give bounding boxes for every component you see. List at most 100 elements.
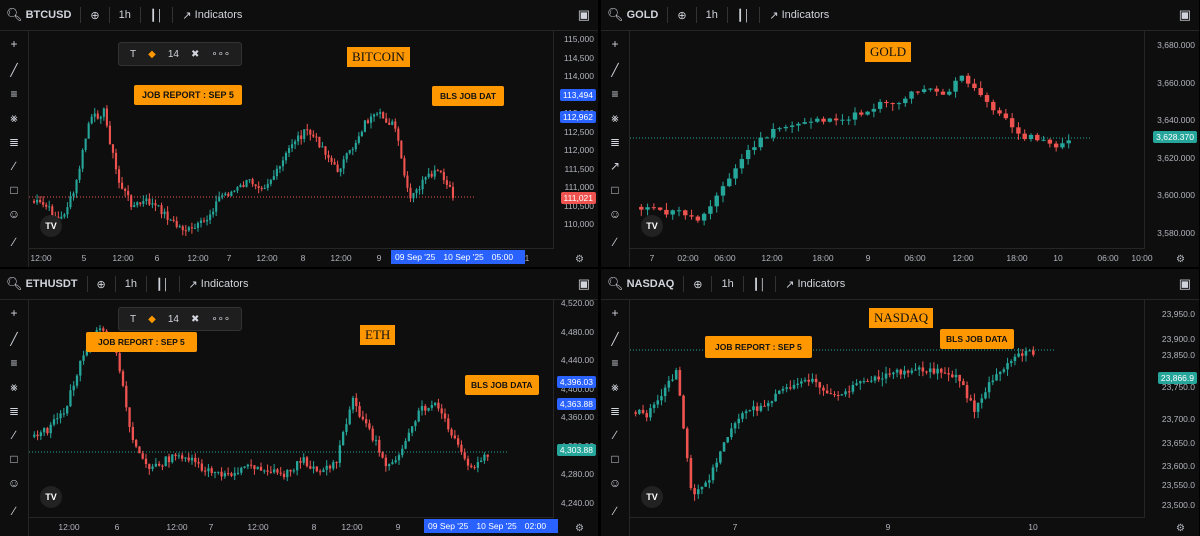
candle-body bbox=[397, 128, 400, 141]
prediction-icon[interactable]: ≣ bbox=[607, 404, 623, 418]
crosshair-icon[interactable]: + bbox=[6, 306, 22, 320]
timeframe-button[interactable]: 1h bbox=[113, 0, 137, 30]
pattern-icon[interactable]: ⨳ bbox=[607, 111, 623, 125]
camera-icon[interactable]: ▣ bbox=[1179, 276, 1191, 292]
settings-gear-icon[interactable]: ⚙ bbox=[575, 254, 584, 265]
candle-body bbox=[777, 390, 781, 394]
more-icon[interactable]: ∘∘∘ bbox=[205, 314, 236, 325]
pattern-icon[interactable]: ⨳ bbox=[6, 111, 22, 125]
text-icon[interactable]: □ bbox=[607, 183, 623, 197]
price-tick: 110,000 bbox=[563, 219, 594, 229]
compare-button[interactable]: ⊕ bbox=[671, 0, 692, 30]
emoji-icon[interactable]: ☺ bbox=[607, 476, 623, 490]
brush-icon[interactable]: ∕ bbox=[6, 428, 22, 442]
font-size[interactable]: 14 bbox=[162, 49, 185, 60]
compare-button[interactable]: ⊕ bbox=[84, 0, 105, 30]
indicators-button[interactable]: ↗ Indicators bbox=[176, 0, 248, 30]
emoji-icon[interactable]: ☺ bbox=[6, 207, 22, 221]
candle-chart[interactable] bbox=[630, 300, 1155, 518]
camera-icon[interactable]: ▣ bbox=[578, 7, 590, 23]
ruler-icon[interactable]: ∕ bbox=[607, 235, 623, 249]
emoji-icon[interactable]: ☺ bbox=[6, 476, 22, 490]
text-icon[interactable]: □ bbox=[6, 183, 22, 197]
timeframe-button[interactable]: 1h bbox=[119, 269, 143, 299]
indicators-button[interactable]: ↗ Indicators bbox=[763, 0, 835, 30]
text-icon[interactable]: □ bbox=[607, 452, 623, 466]
crosshair-time-range: 09 Sep '25 10 Sep '25 05:00 bbox=[391, 250, 526, 264]
time-tick: 12:00 bbox=[247, 522, 269, 532]
more-icon[interactable]: ∘∘∘ bbox=[205, 49, 236, 60]
crosshair-icon[interactable]: + bbox=[6, 37, 22, 51]
chart-type-button[interactable]: ┃│ bbox=[731, 0, 757, 30]
ruler-icon[interactable]: ∕ bbox=[6, 504, 22, 518]
chart-type-button[interactable]: ┃│ bbox=[150, 269, 176, 299]
brush-icon[interactable]: ∕ bbox=[607, 428, 623, 442]
candle-body bbox=[460, 444, 463, 453]
candle-body bbox=[196, 222, 200, 228]
fib-icon[interactable]: ≡ bbox=[607, 87, 623, 101]
fill-icon[interactable]: ◆ bbox=[142, 314, 162, 325]
candle-body bbox=[223, 473, 227, 477]
trash-icon[interactable]: ✖ bbox=[185, 49, 205, 60]
compare-button[interactable]: ⊕ bbox=[91, 269, 112, 299]
fib-icon[interactable]: ≡ bbox=[607, 356, 623, 370]
font-size[interactable]: 14 bbox=[162, 314, 185, 325]
settings-gear-icon[interactable]: ⚙ bbox=[1176, 254, 1185, 265]
trendline-icon[interactable]: ╱ bbox=[607, 63, 623, 77]
chart-type-button[interactable]: ┃│ bbox=[747, 269, 773, 299]
fib-icon[interactable]: ≡ bbox=[6, 356, 22, 370]
candle-body bbox=[1041, 139, 1046, 141]
symbol-search[interactable]: 🔍︎ BTCUSD bbox=[0, 0, 77, 30]
prediction-icon[interactable]: ≣ bbox=[6, 135, 22, 149]
candle-body bbox=[202, 220, 206, 222]
forecast-icon[interactable]: ↗ bbox=[607, 159, 623, 173]
prediction-icon[interactable]: ≣ bbox=[607, 135, 623, 149]
price-tick: 23,850.0 bbox=[1161, 350, 1195, 360]
settings-gear-icon[interactable]: ⚙ bbox=[575, 523, 584, 534]
text-icon[interactable]: □ bbox=[6, 452, 22, 466]
candle-body bbox=[39, 432, 43, 437]
emoji-icon[interactable]: ☺ bbox=[607, 207, 623, 221]
symbol-search[interactable]: 🔍︎ ETHUSDT bbox=[0, 269, 84, 299]
chart-type-button[interactable]: ┃│ bbox=[144, 0, 170, 30]
compare-button[interactable]: ⊕ bbox=[687, 269, 708, 299]
camera-icon[interactable]: ▣ bbox=[1179, 7, 1191, 23]
trendline-icon[interactable]: ╱ bbox=[6, 63, 22, 77]
candle-body bbox=[59, 413, 62, 419]
price-label: 3,628.370 bbox=[1153, 131, 1197, 143]
pattern-icon[interactable]: ⨳ bbox=[6, 380, 22, 394]
text-style-icon[interactable]: T bbox=[124, 314, 142, 325]
settings-gear-icon[interactable]: ⚙ bbox=[1176, 523, 1185, 534]
ruler-icon[interactable]: ∕ bbox=[6, 235, 22, 249]
plus-circle-icon: ⊕ bbox=[677, 9, 687, 22]
pattern-icon[interactable]: ⨳ bbox=[607, 380, 623, 394]
indicators-button[interactable]: ↗ Indicators bbox=[779, 269, 851, 299]
symbol-search[interactable]: 🔍︎ GOLD bbox=[601, 0, 664, 30]
trendline-icon[interactable]: ╱ bbox=[6, 332, 22, 346]
candle-chart[interactable] bbox=[29, 31, 554, 249]
candle-body bbox=[415, 189, 418, 194]
text-style-icon[interactable]: T bbox=[124, 49, 142, 60]
candle-body bbox=[286, 469, 289, 478]
fib-icon[interactable]: ≡ bbox=[6, 87, 22, 101]
candle-body bbox=[921, 367, 925, 372]
candle-body bbox=[752, 147, 757, 150]
camera-icon[interactable]: ▣ bbox=[578, 276, 590, 292]
prediction-icon[interactable]: ≣ bbox=[6, 404, 22, 418]
crosshair-icon[interactable]: + bbox=[607, 306, 623, 320]
symbol-search[interactable]: 🔍︎ NASDAQ bbox=[601, 269, 680, 299]
candle-body bbox=[771, 128, 776, 138]
candle-body bbox=[87, 123, 90, 139]
trash-icon[interactable]: ✖ bbox=[185, 314, 205, 325]
fill-icon[interactable]: ◆ bbox=[142, 49, 162, 60]
candle-chart[interactable] bbox=[630, 31, 1155, 249]
timeframe-button[interactable]: 1h bbox=[715, 269, 739, 299]
brush-icon[interactable]: ∕ bbox=[6, 159, 22, 173]
ruler-icon[interactable]: ∕ bbox=[607, 504, 623, 518]
indicators-button[interactable]: ↗ Indicators bbox=[183, 269, 255, 299]
timeframe-button[interactable]: 1h bbox=[700, 0, 724, 30]
trendline-icon[interactable]: ╱ bbox=[607, 332, 623, 346]
price-tick: 3,640.000 bbox=[1157, 115, 1195, 125]
candle-body bbox=[127, 190, 130, 196]
crosshair-icon[interactable]: + bbox=[607, 37, 623, 51]
